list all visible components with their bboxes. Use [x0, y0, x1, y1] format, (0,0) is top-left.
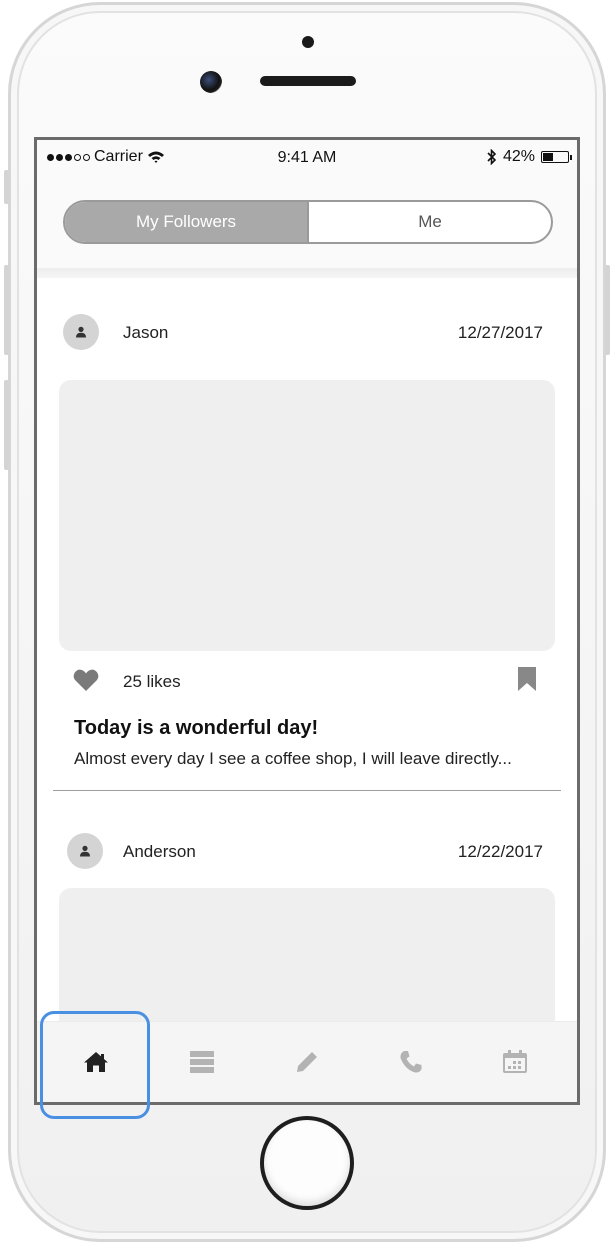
post-date: 12/27/2017	[457, 323, 543, 342]
user-icon	[76, 326, 86, 338]
post-feed: Jason 12/27/2017 25 likes Today is a won…	[37, 278, 577, 1023]
segmented-control: My Followers Me	[63, 200, 553, 244]
post-image[interactable]	[59, 380, 555, 651]
power-button	[605, 265, 610, 355]
phone-screen: Carrier 9:41 AM 42% My Followers Me Jaso…	[34, 137, 580, 1105]
author-avatar[interactable]	[67, 833, 103, 869]
segment-me[interactable]: Me	[309, 202, 551, 242]
heart-icon[interactable]	[73, 668, 99, 692]
earpiece-speaker	[260, 76, 356, 86]
battery-icon	[541, 151, 572, 163]
phone-icon	[400, 1051, 422, 1073]
tab-list[interactable]	[152, 1022, 252, 1102]
status-bar: Carrier 9:41 AM 42%	[37, 140, 577, 174]
post-divider	[53, 790, 561, 791]
author-avatar[interactable]	[63, 314, 99, 350]
bluetooth-icon	[487, 149, 497, 165]
proximity-sensor	[302, 36, 314, 48]
pencil-icon	[297, 1052, 317, 1072]
calendar-icon	[503, 1050, 527, 1073]
post-image[interactable]	[59, 888, 555, 1023]
segment-my-followers[interactable]: My Followers	[65, 202, 309, 242]
like-count: 25 likes	[123, 672, 181, 691]
bookmark-icon[interactable]	[518, 667, 536, 691]
tab-calendar[interactable]	[465, 1022, 565, 1102]
post-excerpt: Almost every day I see a coffee shop, I …	[74, 749, 512, 768]
battery-percentage: 42%	[502, 148, 535, 165]
post-title[interactable]: Today is a wonderful day!	[74, 717, 318, 740]
post-author[interactable]: Anderson	[123, 842, 196, 862]
volume-up-button	[4, 265, 9, 355]
post-author[interactable]: Jason	[123, 323, 168, 343]
tab-highlight-annotation	[40, 1011, 150, 1119]
user-icon	[80, 845, 90, 857]
list-icon	[190, 1051, 214, 1073]
front-camera	[200, 71, 222, 93]
post-date: 12/22/2017	[457, 842, 543, 861]
tab-phone[interactable]	[361, 1022, 461, 1102]
mute-switch	[4, 170, 9, 204]
volume-down-button	[4, 380, 9, 470]
tab-compose[interactable]	[257, 1022, 357, 1102]
home-button[interactable]	[260, 1116, 354, 1210]
